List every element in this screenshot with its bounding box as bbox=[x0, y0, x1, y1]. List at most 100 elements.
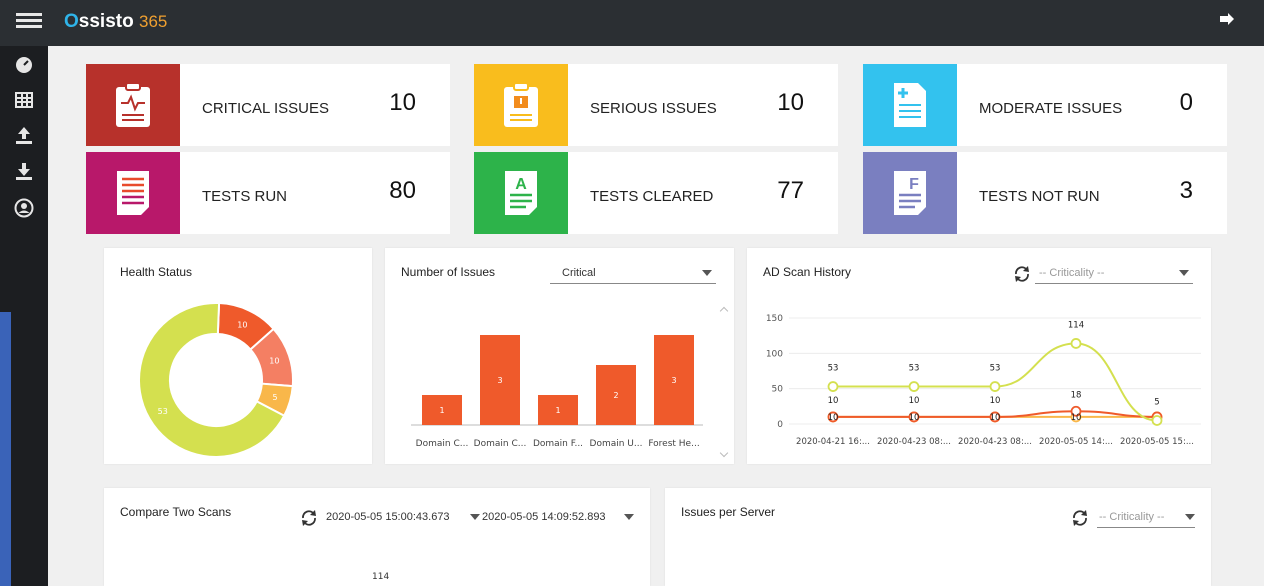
point-value-label: 10 bbox=[909, 396, 920, 406]
point-value-label: 10 bbox=[828, 396, 839, 406]
kpi-tests-cleared[interactable]: A TESTS CLEARED 77 bbox=[474, 152, 838, 234]
download-icon[interactable] bbox=[0, 154, 48, 190]
side-panel-edge bbox=[0, 312, 11, 586]
kpi-tests-not-run[interactable]: F TESTS NOT RUN 3 bbox=[863, 152, 1227, 234]
scroll-up-icon[interactable] bbox=[719, 306, 729, 316]
x-tick-label: 2020-05-05 14:... bbox=[1039, 437, 1113, 447]
document-grade-a-icon: A bbox=[474, 152, 568, 234]
dashboard-icon[interactable] bbox=[0, 46, 48, 82]
document-lines-icon bbox=[86, 152, 180, 234]
upload-icon[interactable] bbox=[0, 118, 48, 154]
card-title: Compare Two Scans bbox=[120, 505, 232, 519]
kpi-moderate-issues[interactable]: MODERATE ISSUES 0 bbox=[863, 64, 1227, 146]
point-value-label: 53 bbox=[990, 364, 1001, 374]
y-tick-label: 50 bbox=[772, 385, 784, 395]
kpi-value: 80 bbox=[389, 177, 416, 204]
point-value-label: 10 bbox=[990, 396, 1001, 406]
point-value-label: 5 bbox=[1154, 397, 1159, 407]
point-value-label: 10 bbox=[1071, 413, 1082, 423]
kpi-label: TESTS RUN bbox=[202, 188, 288, 205]
scroll-down-icon[interactable] bbox=[719, 448, 729, 458]
chevron-down-icon bbox=[1185, 514, 1195, 520]
point-value-label: 53 bbox=[828, 364, 839, 374]
point-value-label: 53 bbox=[909, 364, 920, 374]
scan-date-select-2[interactable]: 2020-05-05 14:09:52.893 bbox=[482, 508, 636, 528]
bar-value-label: 3 bbox=[497, 376, 502, 385]
document-grade-f-icon: F bbox=[863, 152, 957, 234]
x-tick-label: Domain C... bbox=[474, 439, 527, 449]
donut-slice-label: 53 bbox=[158, 407, 168, 416]
x-tick-label: 2020-04-21 16:... bbox=[796, 437, 870, 447]
x-tick-label: Domain F... bbox=[533, 439, 583, 449]
bar-value-label: 1 bbox=[555, 406, 560, 415]
health-donut-chart: 10 10 5 53 bbox=[138, 302, 294, 458]
series-point bbox=[989, 381, 1001, 392]
clipboard-heartbeat-icon bbox=[86, 64, 180, 146]
chevron-down-icon bbox=[470, 514, 480, 520]
criticality-select[interactable]: -- Criticality -- bbox=[1097, 508, 1195, 528]
series-point bbox=[908, 381, 920, 392]
x-tick-label: Domain C... bbox=[416, 439, 469, 449]
kpi-value: 3 bbox=[1179, 177, 1193, 204]
ad-scan-history-card: AD Scan History -- Criticality -- 0 50 100… bbox=[747, 248, 1211, 464]
kpi-critical-issues[interactable]: CRITICAL ISSUES 10 bbox=[86, 64, 450, 146]
chart-value-label: 114 bbox=[372, 572, 390, 582]
document-plus-icon bbox=[863, 64, 957, 146]
kpi-label: CRITICAL ISSUES bbox=[202, 100, 329, 117]
y-tick-label: 0 bbox=[777, 420, 783, 430]
kpi-tests-run[interactable]: TESTS RUN 80 bbox=[86, 152, 450, 234]
logout-icon[interactable] bbox=[1220, 12, 1240, 32]
kpi-value: 0 bbox=[1179, 89, 1193, 116]
svg-text:A: A bbox=[515, 176, 527, 193]
scan-date-select-1[interactable]: 2020-05-05 15:00:43.673 bbox=[326, 508, 480, 528]
bar-value-label: 2 bbox=[613, 391, 618, 400]
kpi-value: 10 bbox=[777, 89, 804, 116]
table-icon[interactable] bbox=[0, 82, 48, 118]
x-tick-label: 2020-04-23 08:... bbox=[877, 437, 951, 447]
point-value-label: 10 bbox=[828, 413, 839, 423]
series-point bbox=[1070, 338, 1082, 349]
donut-slice-label: 10 bbox=[237, 320, 247, 329]
refresh-icon[interactable] bbox=[300, 509, 318, 527]
y-tick-label: 150 bbox=[766, 314, 783, 324]
number-of-issues-card: Number of Issues Critical 1 Domain C... 3 D… bbox=[385, 248, 734, 464]
donut-slice-label: 5 bbox=[273, 393, 278, 402]
dashboard-main: CRITICAL ISSUES 10 SERIOUS ISSUES 10 MOD… bbox=[48, 46, 1264, 586]
x-tick-label: 2020-05-05 15:... bbox=[1120, 437, 1194, 447]
series-point bbox=[1151, 415, 1163, 426]
x-tick-label: Domain U... bbox=[590, 439, 643, 449]
bar-value-label: 1 bbox=[439, 406, 444, 415]
kpi-label: TESTS NOT RUN bbox=[979, 188, 1100, 205]
point-value-label: 18 bbox=[1071, 390, 1082, 400]
kpi-value: 77 bbox=[777, 177, 804, 204]
scrollbar[interactable] bbox=[718, 304, 730, 462]
y-tick-label: 100 bbox=[766, 349, 783, 359]
ad-scan-line-chart: 0 50 100 150 2020-04-21 16:... 2020-04-23 08:… bbox=[766, 314, 1201, 447]
point-value-label: 10 bbox=[909, 413, 920, 423]
top-bar: Ossisto 365 bbox=[0, 0, 1264, 46]
compare-two-scans-card: Compare Two Scans 2020-05-05 15:00:43.67… bbox=[104, 488, 650, 586]
chevron-down-icon bbox=[624, 514, 634, 520]
app-logo: Ossisto 365 bbox=[64, 11, 168, 32]
series-point bbox=[827, 381, 839, 392]
kpi-value: 10 bbox=[389, 89, 416, 116]
hamburger-menu-icon[interactable] bbox=[16, 10, 42, 36]
kpi-label: MODERATE ISSUES bbox=[979, 100, 1123, 117]
health-status-card: Health Status 10 10 5 53 bbox=[104, 248, 372, 464]
refresh-icon[interactable] bbox=[1071, 509, 1089, 527]
donut-slice-label: 10 bbox=[269, 357, 279, 366]
point-value-label: 10 bbox=[990, 413, 1001, 423]
issues-bar-chart: 1 Domain C... 3 Domain C... 1 Domain F... 2 Dom… bbox=[411, 335, 703, 449]
x-tick-label: Forest He... bbox=[648, 439, 699, 449]
kpi-label: TESTS CLEARED bbox=[590, 188, 714, 205]
kpi-serious-issues[interactable]: SERIOUS ISSUES 10 bbox=[474, 64, 838, 146]
bar-value-label: 3 bbox=[671, 376, 676, 385]
svg-text:F: F bbox=[909, 176, 919, 193]
issues-per-server-card: Issues per Server -- Criticality -- bbox=[665, 488, 1211, 586]
kpi-label: SERIOUS ISSUES bbox=[590, 100, 717, 117]
point-value-label: 114 bbox=[1068, 320, 1084, 330]
user-account-icon[interactable] bbox=[0, 190, 48, 226]
card-title: Issues per Server bbox=[681, 505, 776, 519]
x-tick-label: 2020-04-23 08:... bbox=[958, 437, 1032, 447]
clipboard-alert-icon bbox=[474, 64, 568, 146]
